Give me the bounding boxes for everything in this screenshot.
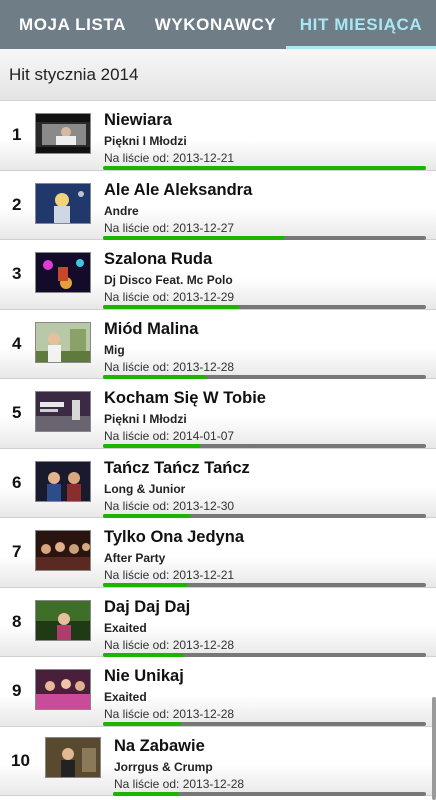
artist-name: Exaited: [104, 690, 147, 704]
video-thumbnail: [35, 530, 91, 571]
artist-name: Piękni I Młodzi: [104, 412, 187, 426]
popularity-fill: [103, 235, 284, 240]
video-thumbnail: [35, 599, 91, 641]
popularity-bar: [103, 444, 426, 448]
video-thumbnail: [35, 252, 91, 293]
chart-since-date: Na liście od: 2013-12-27: [104, 220, 235, 235]
rank-number: 2: [12, 194, 22, 214]
list-item[interactable]: 7 Tylko Ona Jedyna After Party Na liście…: [0, 518, 436, 588]
list-item[interactable]: 2 Ale Ale Aleksandra Andre Na liście od:…: [0, 170, 436, 240]
video-thumbnail: [35, 460, 91, 502]
tab-bar: MOJA LISTA WYKONAWCY HIT MIESIĄCA: [0, 0, 436, 49]
song-title: Szalona Ruda: [104, 250, 213, 268]
list-item[interactable]: 5 Kocham Się W Tobie Piękni I Młodzi Na …: [0, 379, 436, 449]
song-title: Na Zabawie: [114, 736, 205, 755]
popularity-fill: [103, 652, 184, 657]
popularity-bar: [103, 513, 426, 518]
chart-since-date: Na liście od: 2013-12-30: [104, 498, 235, 513]
song-title: Niewiara: [104, 111, 172, 129]
tab-moja-lista[interactable]: MOJA LISTA: [0, 0, 145, 49]
list-item[interactable]: 6 Tańcz Tańcz Tańcz Long & Junior Na liś…: [0, 448, 436, 518]
chart-since-date: Na liście od: 2013-12-21: [104, 568, 235, 582]
rank-number: 3: [12, 264, 22, 283]
song-title: Ale Ale Aleksandra: [104, 180, 253, 199]
popularity-bar: [103, 583, 426, 587]
popularity-fill: [103, 722, 181, 726]
chart-since-date: Na liście od: 2014-01-07: [104, 429, 235, 443]
artist-name: Andre: [104, 203, 139, 218]
song-title: Tańcz Tańcz Tańcz: [104, 458, 250, 477]
chart-since-date: Na liście od: 2013-12-28: [104, 707, 235, 721]
popularity-fill: [103, 444, 200, 448]
rank-number: 7: [12, 542, 22, 561]
popularity-fill: [103, 374, 207, 379]
chart-since-date: Na liście od: 2013-12-28: [104, 359, 235, 374]
popularity-fill: [103, 583, 187, 587]
song-title: Nie Unikaj: [104, 667, 184, 685]
popularity-fill: [103, 305, 239, 309]
list-item[interactable]: 9 Nie Unikaj Exaited Na liście od: 2013-…: [0, 657, 436, 727]
rank-number: 4: [12, 333, 22, 353]
video-thumbnail: [45, 736, 101, 778]
rank-number: 9: [12, 681, 22, 700]
list-item[interactable]: 1 Niewiara Piękni I Młodzi Na liście od:…: [0, 101, 436, 171]
popularity-bar: [103, 374, 426, 379]
hit-list: 1 Niewiara Piękni I Młodzi Na liście od:…: [0, 101, 436, 796]
song-title: Daj Daj Daj: [104, 597, 191, 616]
tab-wykonawcy[interactable]: WYKONAWCY: [145, 0, 286, 49]
popularity-fill: [103, 513, 191, 518]
popularity-bar: [103, 305, 426, 309]
rank-number: 8: [12, 611, 22, 631]
artist-name: Dj Disco Feat. Mc Polo: [104, 273, 233, 287]
video-thumbnail: [35, 669, 91, 710]
tab-hit-miesiaca[interactable]: HIT MIESIĄCA: [286, 0, 436, 49]
video-thumbnail: [35, 391, 91, 432]
song-title: Miód Malina: [104, 319, 199, 338]
popularity-fill: [103, 166, 426, 170]
video-thumbnail: [35, 321, 91, 363]
chart-since-date: Na liście od: 2013-12-28: [104, 637, 235, 652]
artist-name: After Party: [104, 551, 166, 565]
rank-number: 5: [12, 403, 22, 422]
list-item[interactable]: 4 Miód Malina Mig Na liście od: 2013-12-…: [0, 309, 436, 379]
chart-since-date: Na liście od: 2013-12-29: [104, 290, 235, 304]
popularity-bar: [103, 166, 426, 170]
song-title: Kocham Się W Tobie: [104, 389, 266, 407]
rank-number: 6: [12, 472, 22, 492]
video-thumbnail: [35, 113, 91, 154]
artist-name: Long & Junior: [104, 481, 186, 496]
artist-name: Jorrgus & Crump: [114, 759, 213, 774]
artist-name: Piękni I Młodzi: [104, 134, 187, 148]
chart-since-date: Na liście od: 2013-12-28: [114, 776, 245, 791]
rank-number: 1: [12, 125, 22, 144]
scrollbar[interactable]: [432, 697, 436, 800]
popularity-bar: [103, 652, 426, 657]
song-title: Tylko Ona Jedyna: [104, 528, 244, 546]
popularity-bar: [103, 235, 426, 240]
chart-since-date: Na liście od: 2013-12-21: [104, 151, 235, 165]
artist-name: Mig: [104, 342, 125, 357]
rank-number: 10: [11, 750, 30, 770]
video-thumbnail: [35, 182, 91, 224]
list-item[interactable]: 8 Daj Daj Daj Exaited Na liście od: 2013…: [0, 587, 436, 657]
popularity-bar: [103, 722, 426, 726]
artist-name: Exaited: [104, 620, 147, 635]
popularity-fill: [113, 791, 179, 796]
list-item[interactable]: 3 Szalona Ruda Dj Disco Feat. Mc Polo Na…: [0, 240, 436, 310]
popularity-bar: [113, 791, 426, 796]
section-title: Hit stycznia 2014: [0, 49, 436, 101]
list-item[interactable]: 10 Na Zabawie Jorrgus & Crump Na liście …: [0, 726, 436, 796]
